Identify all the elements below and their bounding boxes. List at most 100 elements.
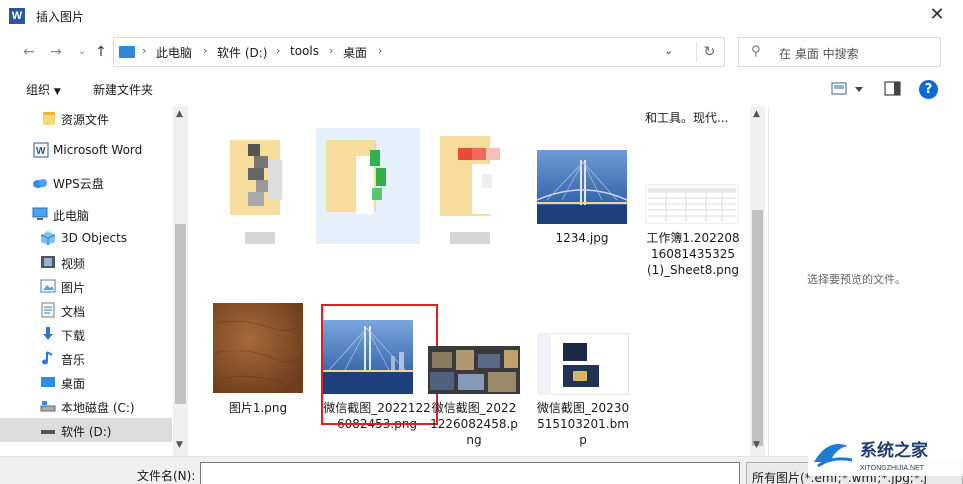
sidebar-item-pictures[interactable]: 图片 xyxy=(0,274,172,298)
file-grid-scrollbar[interactable]: ▲ ▼ xyxy=(750,106,765,456)
breadcrumb-desktop[interactable]: 桌面 xyxy=(343,44,367,61)
word-app-icon: W xyxy=(9,8,25,24)
picture-icon xyxy=(40,279,56,293)
sidebar-item-wps-cloud[interactable]: WPS云盘 xyxy=(0,170,172,194)
sidebar-item-label: 资源文件 xyxy=(61,113,110,127)
up-arrow-icon[interactable]: ↑ xyxy=(91,42,111,62)
download-icon xyxy=(43,327,53,340)
drive-icon xyxy=(40,401,56,412)
command-toolbar: 组织 ▼ 新建文件夹 xyxy=(0,72,963,106)
cube-icon xyxy=(40,231,56,245)
forward-arrow-icon[interactable]: → xyxy=(46,42,66,62)
scroll-down-icon[interactable]: ▼ xyxy=(753,440,760,450)
leather-image-thumbnail xyxy=(213,303,303,393)
scroll-up-icon[interactable]: ▲ xyxy=(176,109,183,119)
back-arrow-icon[interactable]: ← xyxy=(19,42,39,62)
refresh-icon[interactable]: ↻ xyxy=(696,42,722,62)
navigation-pane: 资源文件 W Microsoft Word WPS云盘 此电脑 3D Objec… xyxy=(0,106,188,456)
sidebar-item-videos[interactable]: 视频 xyxy=(0,250,172,274)
sidebar-item-label: 文档 xyxy=(61,305,86,319)
view-options-icon[interactable] xyxy=(831,80,867,98)
folder-icon xyxy=(43,112,55,125)
scroll-up-icon[interactable]: ▲ xyxy=(753,109,760,119)
sidebar-item-drive-c[interactable]: 本地磁盘 (C:) xyxy=(0,394,172,418)
recent-dropdown-icon[interactable]: ⌄ xyxy=(72,42,92,62)
new-folder-button[interactable]: 新建文件夹 xyxy=(93,81,153,98)
close-icon[interactable]: ✕ xyxy=(922,2,952,30)
scrollbar-thumb[interactable] xyxy=(175,224,186,404)
sidebar-item-label: Microsoft Word xyxy=(53,143,143,157)
scrollbar-thumb[interactable] xyxy=(752,210,763,446)
search-placeholder: 在 桌面 中搜索 xyxy=(779,47,859,61)
watermark-url: XITONGZHIJIA.NET xyxy=(860,465,925,472)
svg-text:W: W xyxy=(36,146,46,157)
blurred-filename xyxy=(245,232,275,244)
organize-button[interactable]: 组织 ▼ xyxy=(26,81,61,98)
file-grid: 和工具。现代... 1234.jpg 工作簿1.2022081608143532… xyxy=(190,106,765,456)
sidebar-item-this-pc[interactable]: 此电脑 xyxy=(0,202,172,226)
title-bar: W 插入图片 ✕ xyxy=(0,0,963,32)
sidebar-item-label: 桌面 xyxy=(61,377,86,391)
computer-icon xyxy=(32,207,48,220)
desktop-icon xyxy=(41,377,55,387)
computer-icon xyxy=(119,46,135,58)
chevron-right-icon: › xyxy=(378,44,383,57)
chevron-right-icon: › xyxy=(329,44,334,57)
sidebar-item-label: 视频 xyxy=(61,257,86,271)
search-box[interactable]: ⚲ 在 桌面 中搜索 xyxy=(738,37,941,67)
breadcrumb-drive-d[interactable]: 软件 (D:) xyxy=(217,44,267,61)
organize-label: 组织 xyxy=(26,83,51,97)
sidebar-item-label: 本地磁盘 (C:) xyxy=(61,401,135,415)
filename-input[interactable] xyxy=(200,462,740,484)
sidebar-item-3d-objects[interactable]: 3D Objects xyxy=(0,226,172,250)
sidebar-item-label: 下载 xyxy=(61,329,86,343)
sidebar-item-label: 3D Objects xyxy=(61,231,128,245)
chevron-right-icon: › xyxy=(203,44,208,57)
file-name: 1234.jpg xyxy=(555,231,609,245)
music-icon xyxy=(42,351,53,365)
address-bar[interactable]: › 此电脑 › 软件 (D:) › tools › 桌面 › ⌄ ↻ xyxy=(113,37,725,67)
preview-pane: 选择要预览的文件。 xyxy=(768,106,963,456)
search-icon: ⚲ xyxy=(751,44,761,59)
screenshot-thumbnail xyxy=(537,333,629,395)
chevron-down-icon[interactable]: ⌄ xyxy=(664,44,673,57)
window-title: 插入图片 xyxy=(36,10,85,24)
sidebar-item-music[interactable]: 音乐 xyxy=(0,346,172,370)
chevron-right-icon: › xyxy=(276,44,281,57)
dropdown-caret-icon: ▼ xyxy=(53,87,61,97)
scroll-down-icon[interactable]: ▼ xyxy=(176,440,183,450)
sidebar-item-microsoft-word[interactable]: W Microsoft Word xyxy=(0,138,172,162)
blurred-folder-thumbnail xyxy=(440,136,500,216)
breadcrumb-this-pc[interactable]: 此电脑 xyxy=(156,44,192,61)
preview-message: 选择要预览的文件。 xyxy=(807,273,906,286)
breadcrumb-tools[interactable]: tools xyxy=(290,44,319,58)
help-icon[interactable]: ? xyxy=(919,80,938,99)
highlight-box xyxy=(321,304,438,425)
cloud-icon xyxy=(33,179,47,188)
sidebar-item-documents[interactable]: 文档 xyxy=(0,298,172,322)
sidebar-item-label: 软件 (D:) xyxy=(61,425,112,439)
sidebar-item-label: WPS云盘 xyxy=(53,177,104,191)
filename-label: 文件名(N): xyxy=(137,469,196,483)
file-name: 工作簿1.20220816081435325(1)_Sheet8.png xyxy=(646,231,740,277)
sidebar-item-downloads[interactable]: 下载 xyxy=(0,322,172,346)
spreadsheet-thumbnail xyxy=(646,184,738,224)
bridge-image-thumbnail xyxy=(537,150,627,224)
navigation-bar: ← → ⌄ ↑ › 此电脑 › 软件 (D:) › tools › 桌面 › ⌄… xyxy=(0,32,963,72)
blurred-folder-thumbnail xyxy=(230,140,282,215)
word-icon: W xyxy=(33,142,49,158)
watermark-logo: 系统之家 XITONGZHIJIA.NET xyxy=(808,432,963,476)
sidebar-item-desktop[interactable]: 桌面 xyxy=(0,370,172,394)
watermark-title: 系统之家 xyxy=(860,440,928,461)
file-name: 图片1.png xyxy=(228,401,288,415)
sidebar-item-resources[interactable]: 资源文件 xyxy=(0,106,172,130)
blurred-filename xyxy=(450,232,490,244)
sidebar-scrollbar[interactable]: ▲ ▼ xyxy=(173,106,188,456)
city-image-thumbnail xyxy=(428,346,520,394)
document-icon xyxy=(41,302,55,318)
sidebar-item-label: 音乐 xyxy=(61,353,86,367)
preview-pane-icon[interactable] xyxy=(884,80,902,98)
sidebar-item-label: 此电脑 xyxy=(53,209,90,223)
drive-icon xyxy=(41,430,55,434)
sidebar-item-drive-d[interactable]: 软件 (D:) xyxy=(0,418,172,442)
